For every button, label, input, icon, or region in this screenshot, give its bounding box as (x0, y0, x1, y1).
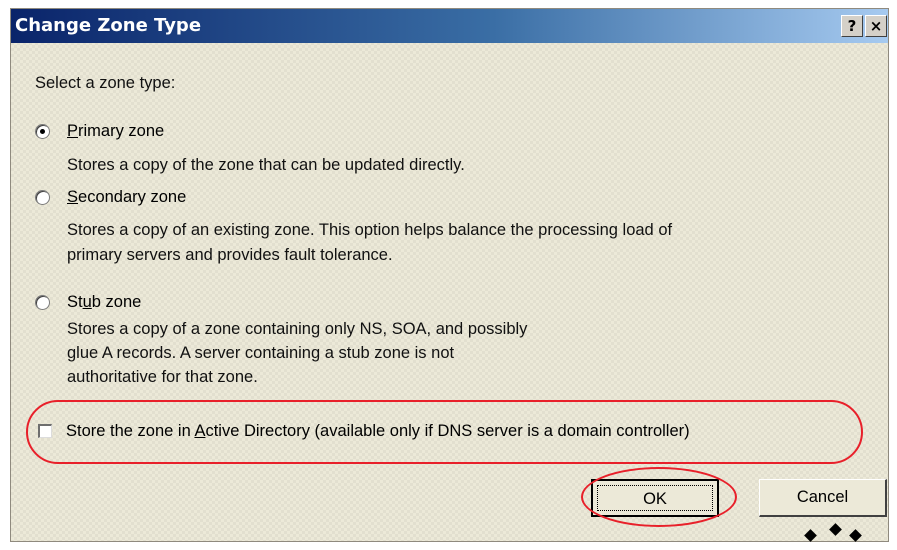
window-title: Change Zone Type (15, 15, 202, 36)
decorative-mark (804, 529, 817, 542)
active-directory-checkbox-label[interactable]: Store the zone in Active Directory (avai… (66, 420, 690, 442)
accelerator-key: u (82, 293, 92, 311)
radio-primary-zone[interactable]: Primary zone (35, 120, 164, 142)
ok-button[interactable]: OK (591, 479, 719, 517)
accelerator-key: S (67, 188, 79, 206)
radio-secondary-zone-button[interactable] (35, 189, 50, 205)
stub-zone-description-line-1: Stores a copy of a zone containing only … (67, 320, 528, 338)
help-icon[interactable]: ? (841, 15, 863, 37)
stub-zone-description-line-3: authoritative for that zone. (67, 368, 258, 386)
radio-secondary-zone-label[interactable]: Secondary zone (67, 186, 186, 208)
title-bar[interactable]: Change Zone Type ? × (11, 9, 888, 43)
close-icon[interactable]: × (865, 15, 887, 37)
ok-button-label: OK (597, 485, 713, 511)
radio-stub-zone[interactable]: Stub zone (35, 291, 141, 313)
radio-secondary-zone[interactable]: Secondary zone (35, 186, 186, 208)
accelerator-key: A (194, 422, 206, 440)
prompt-label: Select a zone type: (35, 74, 176, 92)
change-zone-type-dialog: Change Zone Type ? × Select a zone type:… (10, 8, 889, 542)
primary-zone-description: Stores a copy of the zone that can be up… (67, 156, 465, 174)
decorative-mark (829, 523, 842, 536)
radio-stub-zone-button[interactable] (35, 294, 50, 310)
secondary-zone-description-line-1: Stores a copy of an existing zone. This … (67, 221, 673, 239)
active-directory-checkbox-box[interactable] (38, 424, 52, 438)
stub-zone-description-line-2: glue A records. A server containing a st… (67, 344, 455, 362)
decorative-mark (849, 529, 862, 542)
radio-primary-zone-label[interactable]: Primary zone (67, 120, 164, 142)
radio-primary-zone-button[interactable] (35, 123, 50, 139)
store-in-active-directory-checkbox[interactable]: Store the zone in Active Directory (avai… (38, 420, 690, 442)
secondary-zone-description-line-2: primary servers and provides fault toler… (67, 246, 393, 264)
accelerator-key: P (67, 122, 79, 140)
cancel-button[interactable]: Cancel (759, 479, 887, 517)
radio-stub-zone-label[interactable]: Stub zone (67, 291, 141, 313)
